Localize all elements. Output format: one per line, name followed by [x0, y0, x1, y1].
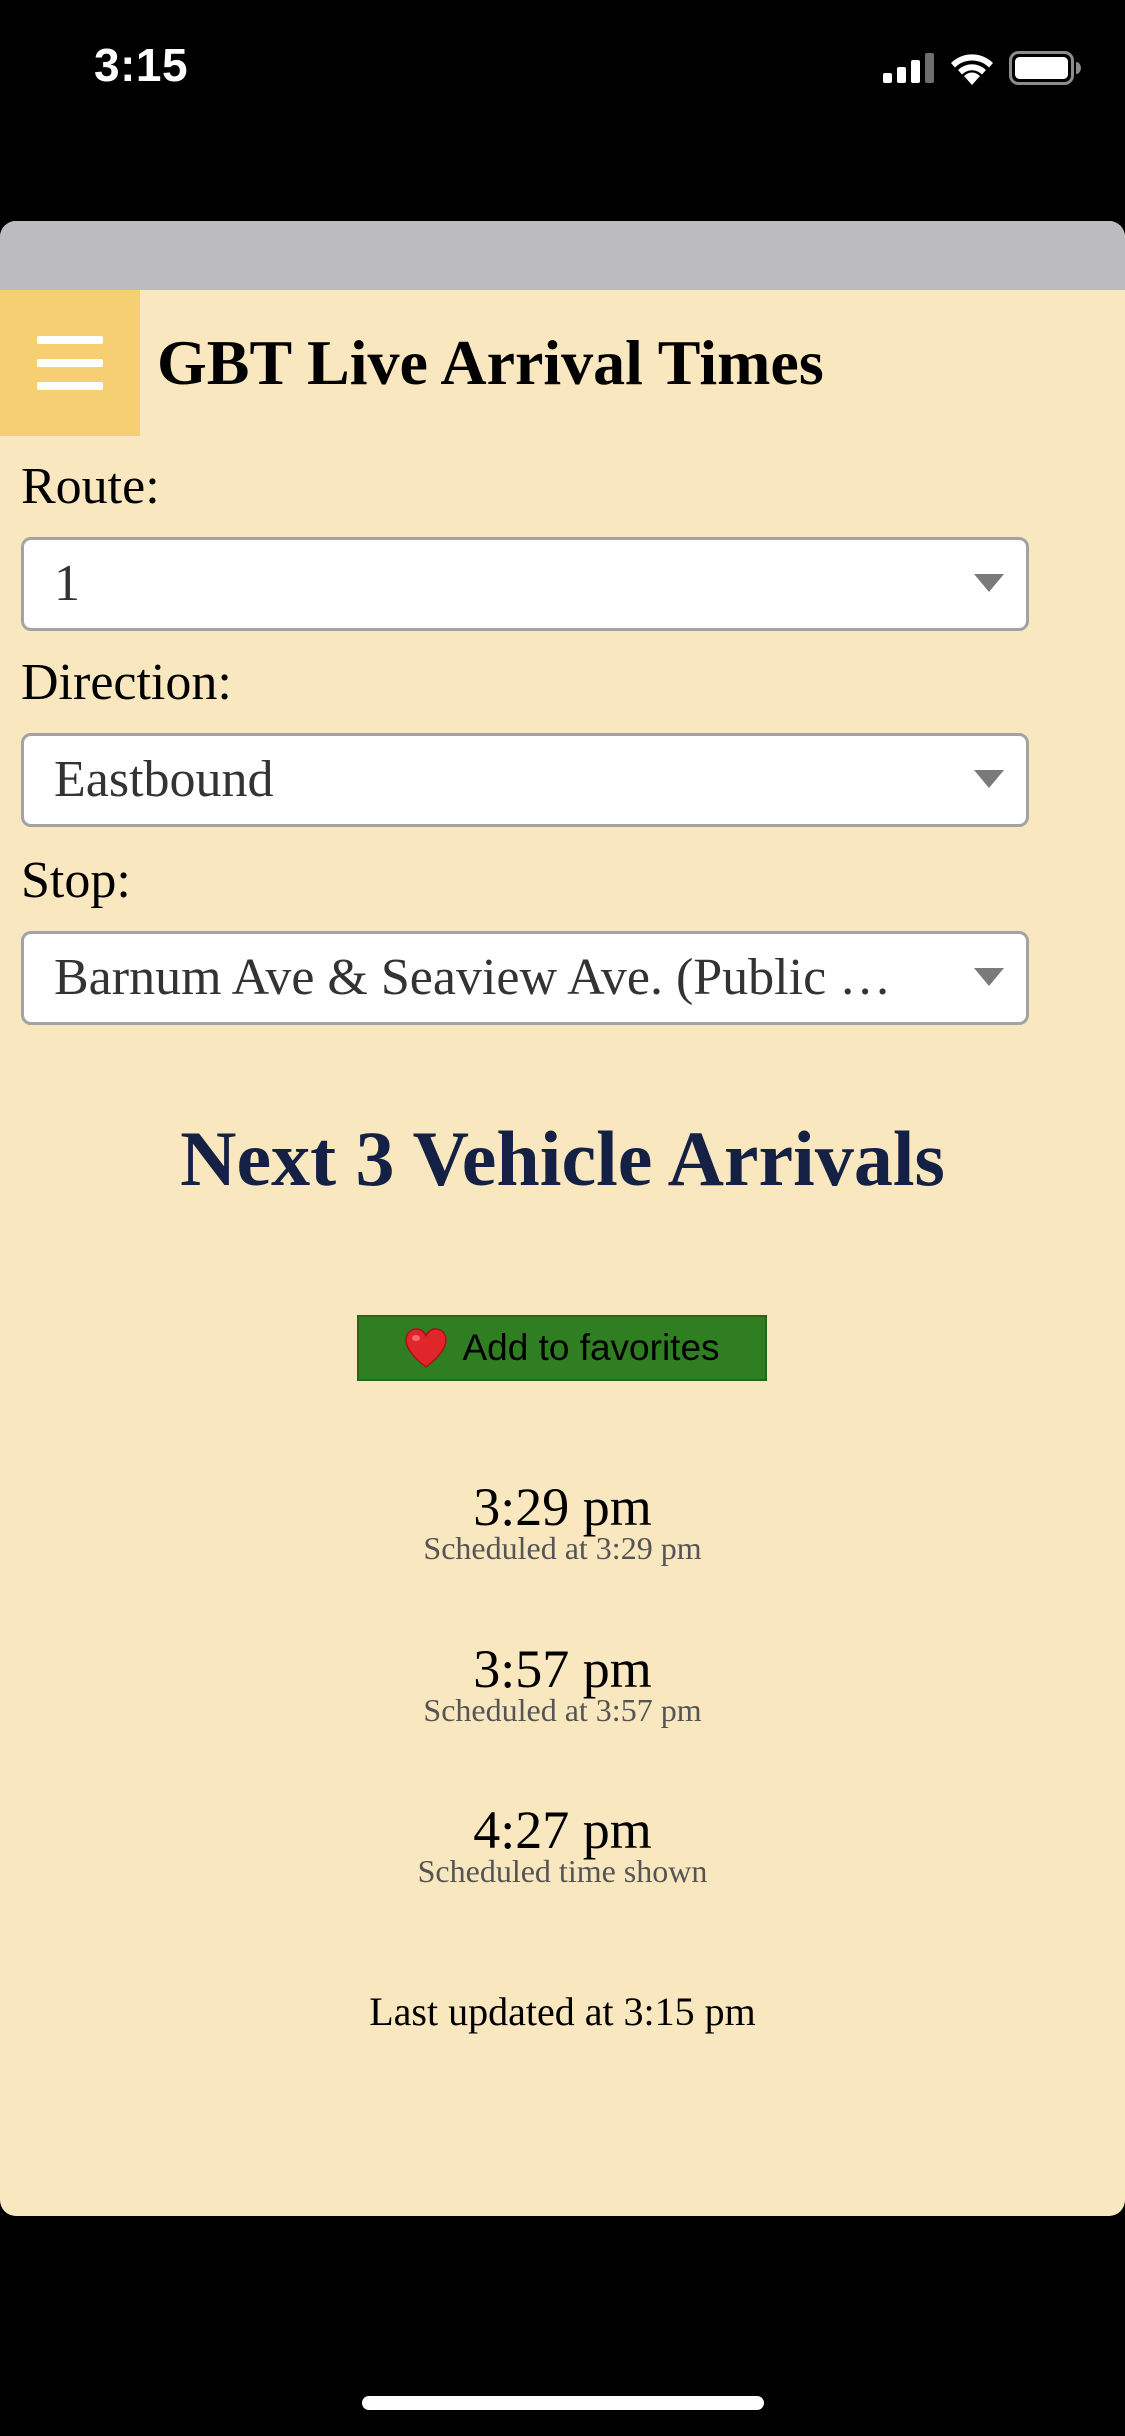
battery-icon	[1009, 51, 1081, 85]
direction-label: Direction:	[21, 654, 232, 711]
wifi-icon	[951, 54, 993, 85]
heart-icon	[405, 1328, 448, 1369]
hamburger-menu-icon	[37, 336, 103, 390]
arrival-note: Scheduled at 3:57 pm	[423, 1692, 702, 1728]
arrival-note: Scheduled time shown	[417, 1853, 708, 1889]
status-time: 3:15	[94, 39, 189, 91]
chevron-down-icon	[974, 574, 1004, 592]
arrival-item: 3:57 pm Scheduled at 3:57 pm	[0, 1641, 1125, 1727]
route-select[interactable]: 1	[21, 537, 1029, 631]
stop-select[interactable]: Barnum Ave & Seaview Ave. (Public Market…	[21, 931, 1029, 1025]
direction-select-value: Eastbound	[54, 751, 274, 808]
sheet-top-bar	[0, 221, 1125, 290]
arrival-time: 3:29 pm	[473, 1477, 652, 1537]
arrival-item: 4:27 pm Scheduled time shown	[0, 1802, 1125, 1888]
chevron-down-icon	[974, 770, 1004, 788]
last-updated-text: Last updated at 3:15 pm	[369, 1989, 756, 2034]
stop-label: Stop:	[21, 852, 131, 909]
app-header: GBT Live Arrival Times	[0, 290, 1125, 436]
arrival-item: 3:29 pm Scheduled at 3:29 pm	[0, 1479, 1125, 1565]
chevron-down-icon	[974, 968, 1004, 986]
add-to-favorites-label: Add to favorites	[462, 1327, 720, 1368]
arrival-time: 3:57 pm	[473, 1639, 652, 1699]
arrivals-heading: Next 3 Vehicle Arrivals	[180, 1115, 945, 1202]
route-label: Route:	[21, 458, 160, 515]
status-bar: 3:15	[0, 0, 1125, 140]
arrival-time: 4:27 pm	[473, 1800, 652, 1860]
add-to-favorites-button[interactable]: Add to favorites	[357, 1315, 767, 1381]
home-indicator[interactable]	[362, 2396, 764, 2410]
arrival-note: Scheduled at 3:29 pm	[423, 1530, 702, 1566]
menu-button[interactable]	[0, 290, 140, 436]
stop-select-value: Barnum Ave & Seaview Ave. (Public Market…	[54, 949, 936, 1006]
cellular-signal-icon	[883, 53, 934, 83]
page-title: GBT Live Arrival Times	[157, 327, 824, 398]
route-select-value: 1	[54, 555, 80, 612]
direction-select[interactable]: Eastbound	[21, 733, 1029, 827]
app-sheet: GBT Live Arrival Times Route: 1 Directio…	[0, 221, 1125, 2216]
status-icons	[883, 46, 1081, 90]
